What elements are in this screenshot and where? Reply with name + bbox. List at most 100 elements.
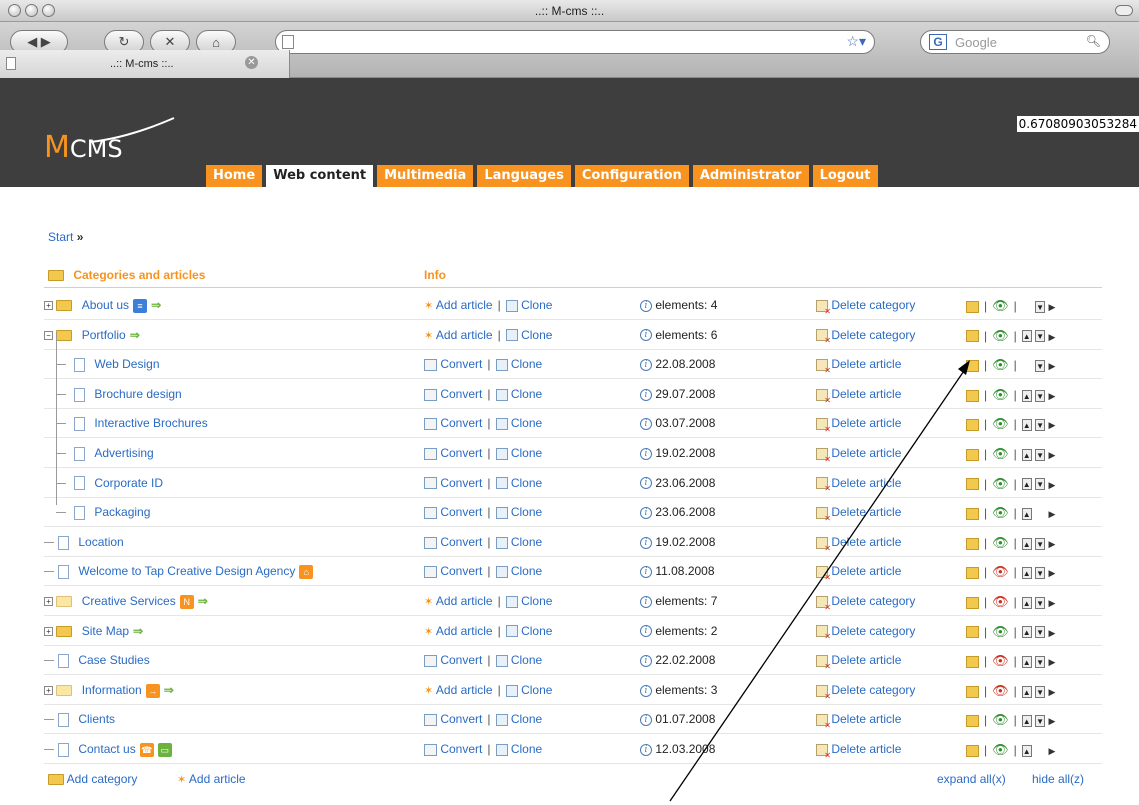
visibility-eye-icon[interactable]: 👁︎ — [992, 712, 1009, 727]
move-down-icon[interactable]: ▼ — [1035, 685, 1046, 698]
visibility-eye-icon[interactable]: 👁︎ — [992, 505, 1009, 520]
clone-link[interactable]: Clone — [511, 476, 542, 490]
visibility-eye-icon[interactable]: 👁︎ — [992, 683, 1009, 698]
move-up-icon[interactable]: ▲ — [1021, 478, 1032, 491]
hide-all-link[interactable]: hide all(z) — [1032, 772, 1084, 786]
move-down-icon[interactable]: ▼ — [1035, 715, 1046, 728]
row-title-link[interactable]: Interactive Brochures — [94, 416, 207, 430]
row-title-link[interactable]: Advertising — [94, 446, 153, 460]
delete-link[interactable]: Delete category — [831, 328, 915, 342]
add-article-link[interactable]: Add article — [436, 328, 493, 342]
visibility-eye-icon[interactable]: 👁︎ — [992, 653, 1009, 668]
convert-link[interactable]: Convert — [440, 387, 482, 401]
move-up-icon[interactable]: ▲ — [1021, 567, 1032, 580]
move-up-icon[interactable]: ▲ — [1021, 419, 1032, 432]
expand-icon[interactable]: + — [44, 686, 53, 696]
google-icon[interactable]: G — [929, 34, 947, 50]
row-title-link[interactable]: Web Design — [94, 357, 159, 371]
move-up-icon[interactable]: ▲ — [1021, 744, 1032, 757]
row-title-link[interactable]: Welcome to Tap Creative Design Agency — [78, 564, 295, 578]
more-arrow-icon[interactable]: ▶ — [1048, 480, 1055, 490]
move-up-icon[interactable]: ▲ — [1021, 596, 1032, 609]
row-title-link[interactable]: Site Map — [82, 624, 129, 638]
browser-tab[interactable]: ..:: M-cms ::.. ✕ — [0, 50, 290, 78]
move-up-icon[interactable]: ▲ — [1021, 626, 1032, 639]
move-down-icon[interactable]: ▼ — [1035, 330, 1046, 343]
convert-link[interactable]: Convert — [440, 653, 482, 667]
clone-link[interactable]: Clone — [521, 594, 552, 608]
expand-icon[interactable]: + — [44, 626, 53, 636]
move-down-icon[interactable]: ▼ — [1035, 537, 1046, 550]
move-down-icon[interactable]: ▼ — [1035, 626, 1046, 639]
more-arrow-icon[interactable]: ▶ — [1048, 568, 1055, 578]
clone-link[interactable]: Clone — [511, 653, 542, 667]
clone-link[interactable]: Clone — [511, 742, 542, 756]
convert-link[interactable]: Convert — [440, 712, 482, 726]
bookmark-star-icon[interactable]: ☆▾ — [846, 33, 866, 50]
move-up-icon[interactable]: ▲ — [1021, 537, 1032, 550]
clone-link[interactable]: Clone — [511, 357, 542, 371]
clone-link[interactable]: Clone — [511, 416, 542, 430]
clone-link[interactable]: Clone — [511, 535, 542, 549]
add-article-link[interactable]: Add article — [436, 624, 493, 638]
more-arrow-icon[interactable]: ▶ — [1048, 450, 1055, 460]
move-up-icon[interactable]: ▲ — [1021, 330, 1032, 343]
move-down-icon[interactable]: ▼ — [1035, 656, 1046, 669]
move-down-icon[interactable]: ▼ — [1035, 389, 1046, 402]
convert-link[interactable]: Convert — [440, 564, 482, 578]
more-arrow-icon[interactable]: ▶ — [1048, 716, 1055, 726]
add-article-link[interactable]: Add article — [436, 298, 493, 312]
toolbar-toggle-icon[interactable] — [1115, 5, 1133, 16]
visibility-eye-icon[interactable]: 👁︎ — [992, 476, 1009, 491]
nav-tab-administrator[interactable]: Administrator — [692, 165, 809, 187]
visibility-eye-icon[interactable]: 👁︎ — [992, 387, 1009, 402]
row-title-link[interactable]: Clients — [78, 712, 115, 726]
convert-link[interactable]: Convert — [440, 742, 482, 756]
row-title-link[interactable]: Location — [78, 535, 123, 549]
close-tab-icon[interactable]: ✕ — [245, 56, 258, 69]
clone-link[interactable]: Clone — [521, 683, 552, 697]
move-up-icon[interactable]: ▲ — [1021, 448, 1032, 461]
search-icon[interactable]: 🔍︎ — [1086, 34, 1101, 48]
expand-icon[interactable]: + — [44, 597, 53, 607]
row-title-link[interactable]: Case Studies — [78, 653, 149, 667]
move-up-icon[interactable]: ▲ — [1021, 656, 1032, 669]
more-arrow-icon[interactable]: ▶ — [1048, 657, 1055, 667]
nav-tab-configuration[interactable]: Configuration — [574, 165, 689, 187]
move-down-icon[interactable]: ▼ — [1035, 419, 1046, 432]
visibility-eye-icon[interactable]: 👁︎ — [992, 328, 1009, 343]
add-article-link[interactable]: ✶ Add article — [177, 772, 246, 786]
clone-link[interactable]: Clone — [511, 446, 542, 460]
move-up-icon[interactable]: ▲ — [1021, 685, 1032, 698]
info-icon[interactable]: i — [640, 299, 652, 312]
expand-icon[interactable]: + — [44, 301, 53, 311]
visibility-eye-icon[interactable]: 👁︎ — [992, 742, 1009, 757]
visibility-eye-icon[interactable]: 👁︎ — [992, 446, 1009, 461]
expand-icon[interactable]: − — [44, 330, 53, 340]
more-arrow-icon[interactable]: ▶ — [1048, 687, 1055, 697]
move-down-icon[interactable]: ▼ — [1035, 360, 1046, 373]
add-category-link[interactable]: Add category — [48, 772, 137, 786]
row-title-link[interactable]: Information — [82, 683, 142, 697]
convert-link[interactable]: Convert — [440, 535, 482, 549]
clone-link[interactable]: Clone — [521, 298, 552, 312]
visibility-eye-icon[interactable]: 👁︎ — [992, 298, 1009, 313]
clone-link[interactable]: Clone — [521, 624, 552, 638]
more-arrow-icon[interactable]: ▶ — [1048, 539, 1055, 549]
more-arrow-icon[interactable]: ▶ — [1048, 361, 1055, 371]
clone-link[interactable]: Clone — [521, 328, 552, 342]
row-title-link[interactable]: About us — [82, 298, 129, 312]
convert-link[interactable]: Convert — [440, 416, 482, 430]
clone-link[interactable]: Clone — [511, 387, 542, 401]
row-title-link[interactable]: Corporate ID — [94, 476, 163, 490]
move-up-icon[interactable]: ▲ — [1021, 389, 1032, 402]
convert-link[interactable]: Convert — [440, 476, 482, 490]
move-down-icon[interactable]: ▼ — [1035, 448, 1046, 461]
move-down-icon[interactable]: ▼ — [1035, 300, 1046, 313]
visibility-eye-icon[interactable]: 👁︎ — [992, 594, 1009, 609]
more-arrow-icon[interactable]: ▶ — [1048, 391, 1055, 401]
delete-link[interactable]: Delete category — [831, 298, 915, 312]
visibility-eye-icon[interactable]: 👁︎ — [992, 535, 1009, 550]
move-down-icon[interactable]: ▼ — [1035, 478, 1046, 491]
nav-tab-languages[interactable]: Languages — [477, 165, 571, 187]
